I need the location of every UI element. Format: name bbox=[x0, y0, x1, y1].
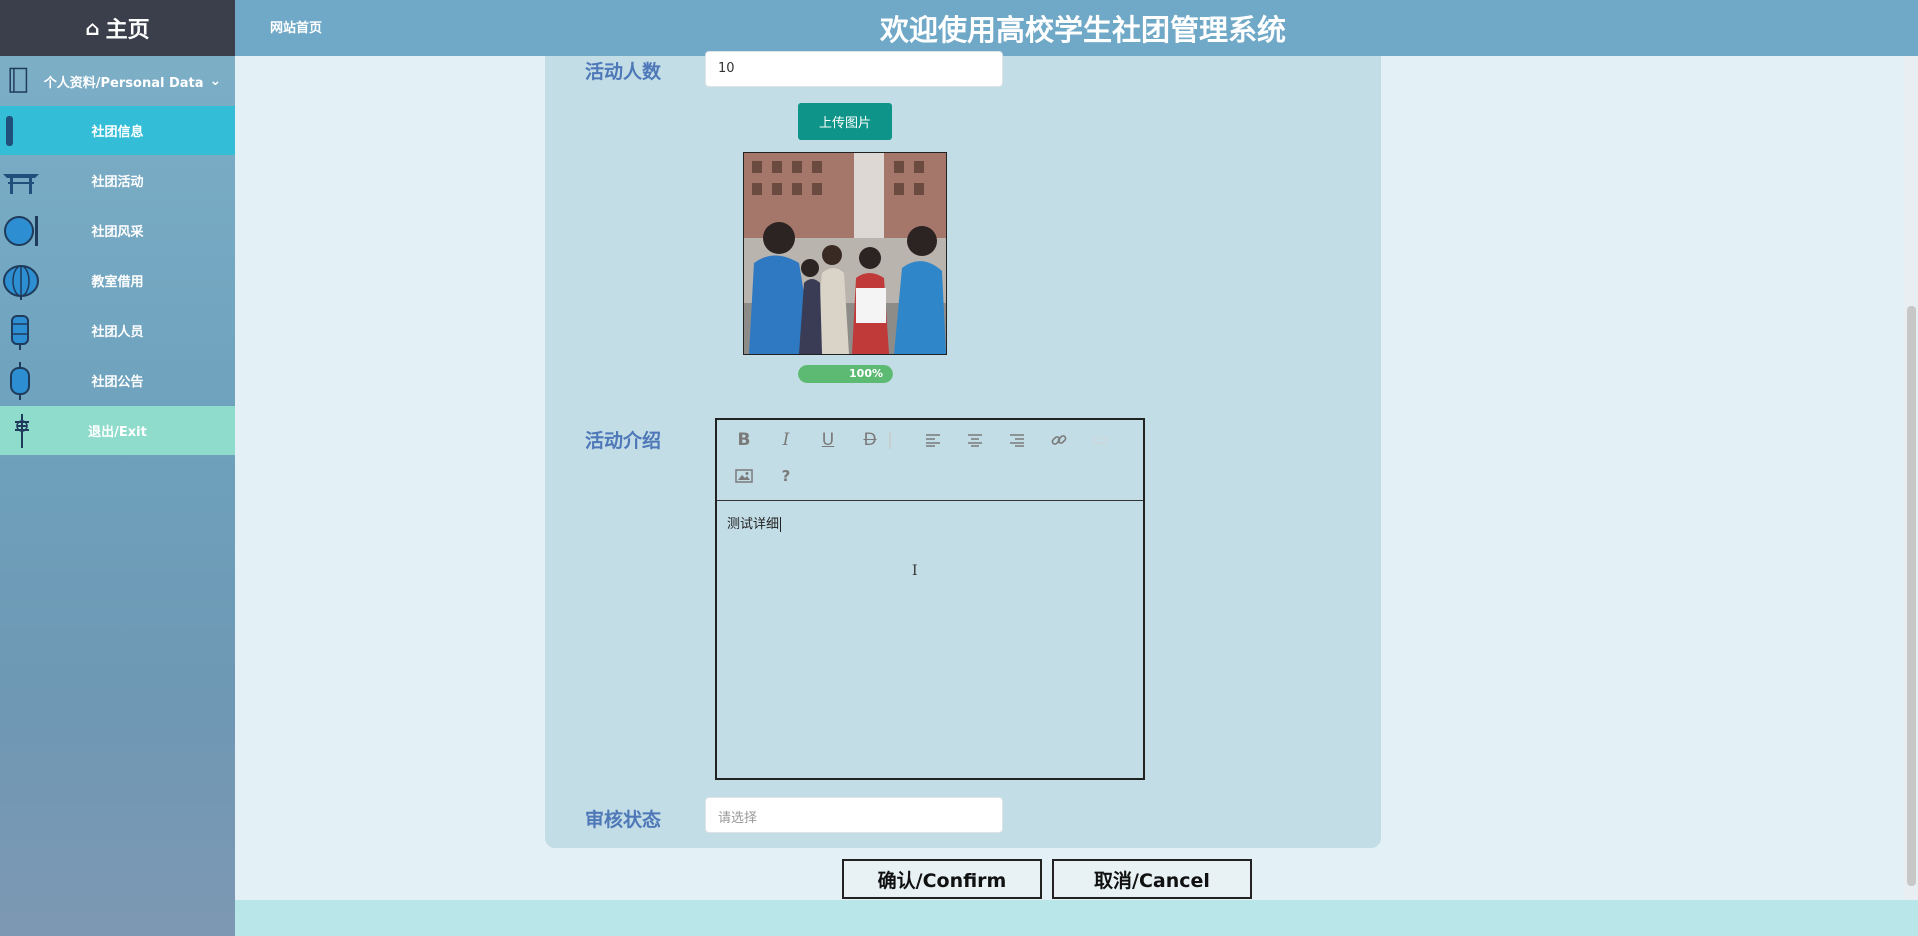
rich-text-editor[interactable]: B I U D | ▭ ? 测试详细 I bbox=[715, 418, 1145, 780]
photo-image bbox=[744, 153, 946, 354]
book-icon bbox=[9, 67, 28, 93]
chevron-down-icon: ⌄ bbox=[209, 73, 222, 89]
editor-toolbar: B I U D | ▭ ? bbox=[717, 420, 1143, 501]
align-center-icon[interactable] bbox=[963, 428, 987, 452]
page-footer bbox=[235, 900, 1918, 936]
sidebar-group-personal-data[interactable]: 个人资料/Personal Data ⌄ bbox=[0, 56, 235, 106]
sidebar-item-club-style[interactable]: 社团风采 bbox=[0, 206, 235, 255]
text-caret bbox=[780, 517, 782, 532]
upload-progress-text: 100% bbox=[849, 367, 883, 380]
sidebar-item-label: 社团人员 bbox=[91, 325, 144, 340]
home-icon: ⌂ bbox=[85, 16, 100, 40]
underline-icon[interactable]: U bbox=[816, 428, 840, 452]
home-link[interactable]: ⌂ 主页 bbox=[0, 0, 235, 56]
scroll-icon bbox=[6, 116, 13, 146]
sidebar-group-label: 个人资料/Personal Data bbox=[43, 75, 204, 91]
disc-icon bbox=[4, 216, 38, 246]
text-cursor-icon: I bbox=[912, 563, 918, 579]
page-title: 欢迎使用高校学生社团管理系统 bbox=[880, 13, 1287, 47]
sidebar-item-exit[interactable]: 退出/Exit bbox=[0, 406, 235, 455]
review-status-select[interactable]: 请选择 bbox=[705, 797, 1003, 833]
top-header: 网站首页 欢迎使用高校学生社团管理系统 bbox=[235, 0, 1918, 56]
sidebar-item-label: 社团风采 bbox=[91, 225, 144, 240]
lantern-icon bbox=[3, 265, 39, 300]
round-lantern-icon bbox=[10, 362, 30, 400]
sidebar: ⌂ 主页 个人资料/Personal Data ⌄ 社团信息 社团活动 社团风采 bbox=[0, 0, 235, 936]
intro-label: 活动介绍 bbox=[585, 430, 662, 452]
vertical-scrollbar[interactable] bbox=[1904, 56, 1918, 900]
unlink-icon[interactable]: ▭ bbox=[1089, 428, 1113, 452]
sidebar-item-label: 退出/Exit bbox=[88, 425, 147, 440]
sidebar-item-label: 社团公告 bbox=[91, 375, 144, 390]
upload-image-button[interactable]: 上传图片 bbox=[798, 103, 892, 140]
sidebar-item-club-members[interactable]: 社团人员 bbox=[0, 306, 235, 355]
sidebar-item-club-info[interactable]: 社团信息 bbox=[0, 106, 235, 155]
sidebar-item-club-activities[interactable]: 社团活动 bbox=[0, 156, 235, 205]
cancel-button[interactable]: 取消/Cancel bbox=[1052, 859, 1252, 899]
participants-label: 活动人数 bbox=[585, 61, 662, 83]
uploaded-photo bbox=[743, 152, 947, 355]
chinese-knot-icon bbox=[15, 414, 29, 448]
bold-icon[interactable]: B bbox=[732, 428, 756, 452]
sidebar-item-label: 社团信息 bbox=[91, 125, 144, 140]
sidebar-item-label: 教室借用 bbox=[91, 275, 144, 290]
upload-progress-bar: 100% bbox=[798, 365, 893, 383]
image-icon[interactable] bbox=[732, 464, 756, 488]
confirm-button[interactable]: 确认/Confirm bbox=[842, 859, 1042, 899]
home-label: 主页 bbox=[105, 18, 150, 43]
pavilion-icon bbox=[3, 174, 39, 194]
review-status-label: 审核状态 bbox=[585, 809, 662, 831]
scrollbar-thumb[interactable] bbox=[1907, 306, 1916, 886]
align-right-icon[interactable] bbox=[1005, 428, 1029, 452]
help-icon[interactable]: ? bbox=[774, 464, 798, 488]
align-left-icon[interactable] bbox=[921, 428, 945, 452]
participants-input[interactable]: 10 bbox=[705, 51, 1003, 87]
sidebar-item-label: 社团活动 bbox=[91, 175, 144, 190]
site-home-link[interactable]: 网站首页 bbox=[270, 17, 322, 36]
tall-lantern-icon bbox=[11, 315, 29, 350]
strikethrough-icon[interactable]: D bbox=[858, 428, 882, 452]
toolbar-divider: | bbox=[887, 430, 893, 450]
sidebar-item-club-notices[interactable]: 社团公告 bbox=[0, 356, 235, 405]
editor-content-area[interactable]: 测试详细 bbox=[717, 501, 1143, 544]
sidebar-item-classroom-borrow[interactable]: 教室借用 bbox=[0, 256, 235, 305]
editor-content-text: 测试详细 bbox=[727, 517, 780, 532]
link-icon[interactable] bbox=[1047, 428, 1071, 452]
italic-icon[interactable]: I bbox=[774, 428, 798, 452]
